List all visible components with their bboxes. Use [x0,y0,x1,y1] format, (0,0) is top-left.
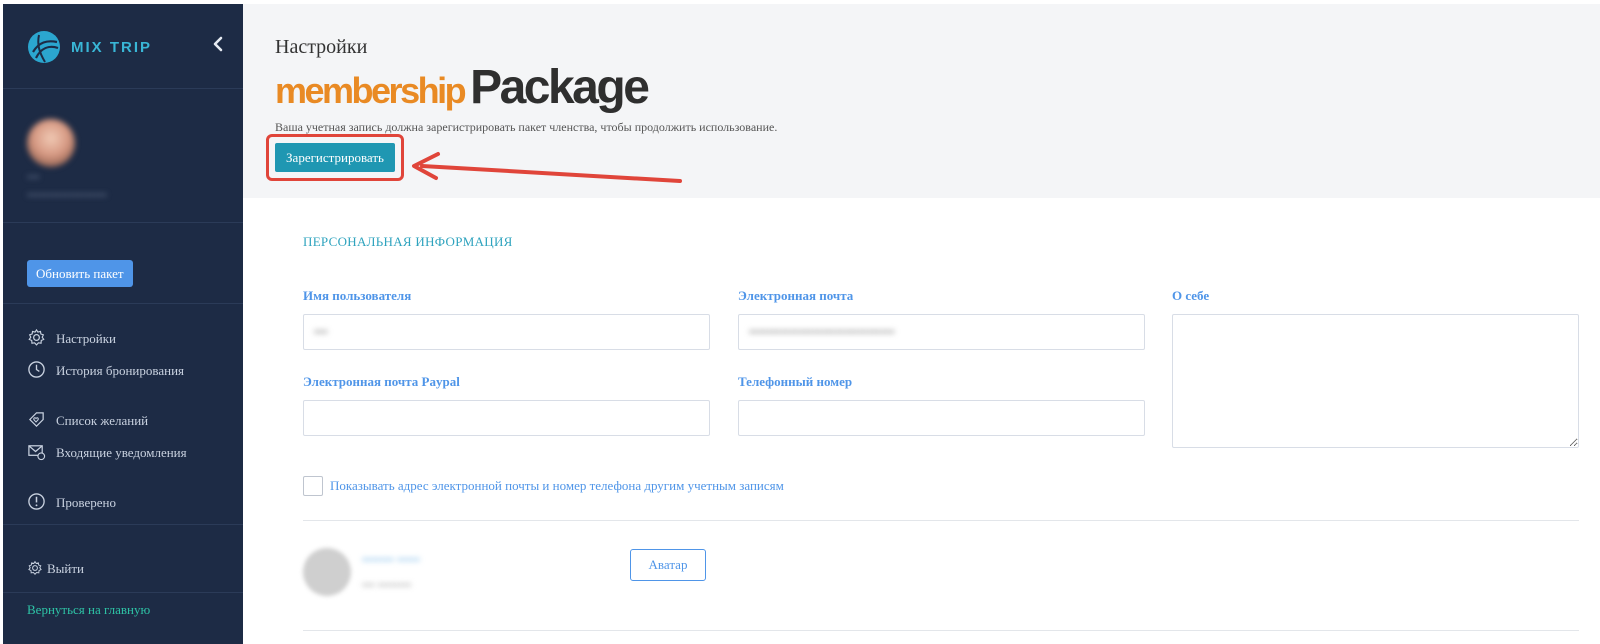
username-input[interactable]: ••• [303,314,710,350]
divider [3,524,243,525]
divider [3,222,243,223]
show-contact-checkbox[interactable] [303,476,323,496]
paypal-email-input[interactable] [303,400,710,436]
gear-icon [28,328,45,346]
register-button[interactable]: Зарегистрировать [275,143,395,172]
sidebar-item-label: История бронирования [56,363,185,378]
user-subtitle: ••••••••••••••••••• [27,188,107,202]
back-home-link[interactable]: Вернуться на главную [27,602,150,618]
user-name: ••• [27,170,40,184]
info-icon [28,493,45,510]
logo-membership-text: membership [275,70,467,111]
brand-logo-icon [28,31,60,63]
logo-package-text: Package [470,61,650,114]
avatar-subtitle: ••• •••••••• [362,578,412,592]
divider [3,303,243,304]
sidebar-item-verified[interactable]: Проверено [27,492,227,512]
avatar-button[interactable]: Аватар [630,549,706,581]
about-label: О себе [1172,288,1210,303]
phone-label: Телефонный номер [738,374,853,389]
brand[interactable]: MIX TRIP [27,30,152,64]
email-label: Электронная почта [738,288,854,303]
username-label: Имя пользователя [303,288,412,303]
wishlist-icon [28,412,44,428]
chevron-left-icon[interactable] [211,34,225,54]
sidebar-item-label: Список желаний [56,413,149,428]
logout-label: Выйти [47,561,85,576]
upgrade-package-button[interactable]: Обновить пакет [27,260,133,287]
email-input[interactable]: •••••••••••••••••••••••••••••••• [738,314,1145,350]
divider [303,520,1579,521]
divider [3,592,243,593]
avatar-name: ••••••• ••••• [362,552,420,567]
sidebar-item-wishlist[interactable]: Список желаний [27,410,227,430]
sidebar-item-label: Проверено [56,495,116,510]
section-title: ПЕРСОНАЛЬНАЯ ИНФОРМАЦИЯ [303,234,513,249]
logout-link[interactable]: Выйти [27,560,84,577]
avatar [27,119,75,167]
page-title: Настройки [275,36,368,58]
annotation-arrow-icon [412,152,682,183]
gear-icon [28,560,42,575]
sidebar-item-label: Настройки [56,331,116,346]
sidebar-item-label: Входящие уведомления [56,445,187,460]
avatar-preview [303,548,351,596]
paypal-email-label: Электронная почта Paypal [303,374,460,389]
about-textarea[interactable] [1172,314,1579,448]
mail-icon [28,445,46,461]
email-value: •••••••••••••••••••••••••••••••• [749,324,895,339]
divider [3,88,243,89]
sidebar-item-settings[interactable]: Настройки [27,328,227,348]
username-value: ••• [314,324,328,339]
sidebar-item-notifications[interactable]: Входящие уведомления [27,442,227,462]
brand-name: MIX TRIP [71,38,153,56]
clock-icon [28,361,45,378]
phone-input[interactable] [738,400,1145,436]
sidebar: MIX TRIP ••• ••••••••••••••••••• Обновит… [3,4,243,644]
sidebar-item-booking-history[interactable]: История бронирования [27,360,227,380]
membership-notice: Ваша учетная запись должна зарегистриров… [275,120,778,134]
show-contact-label[interactable]: Показывать адрес электронной почты и ном… [330,478,784,494]
divider [303,630,1579,631]
membership-package-logo: membership Package [275,60,650,114]
